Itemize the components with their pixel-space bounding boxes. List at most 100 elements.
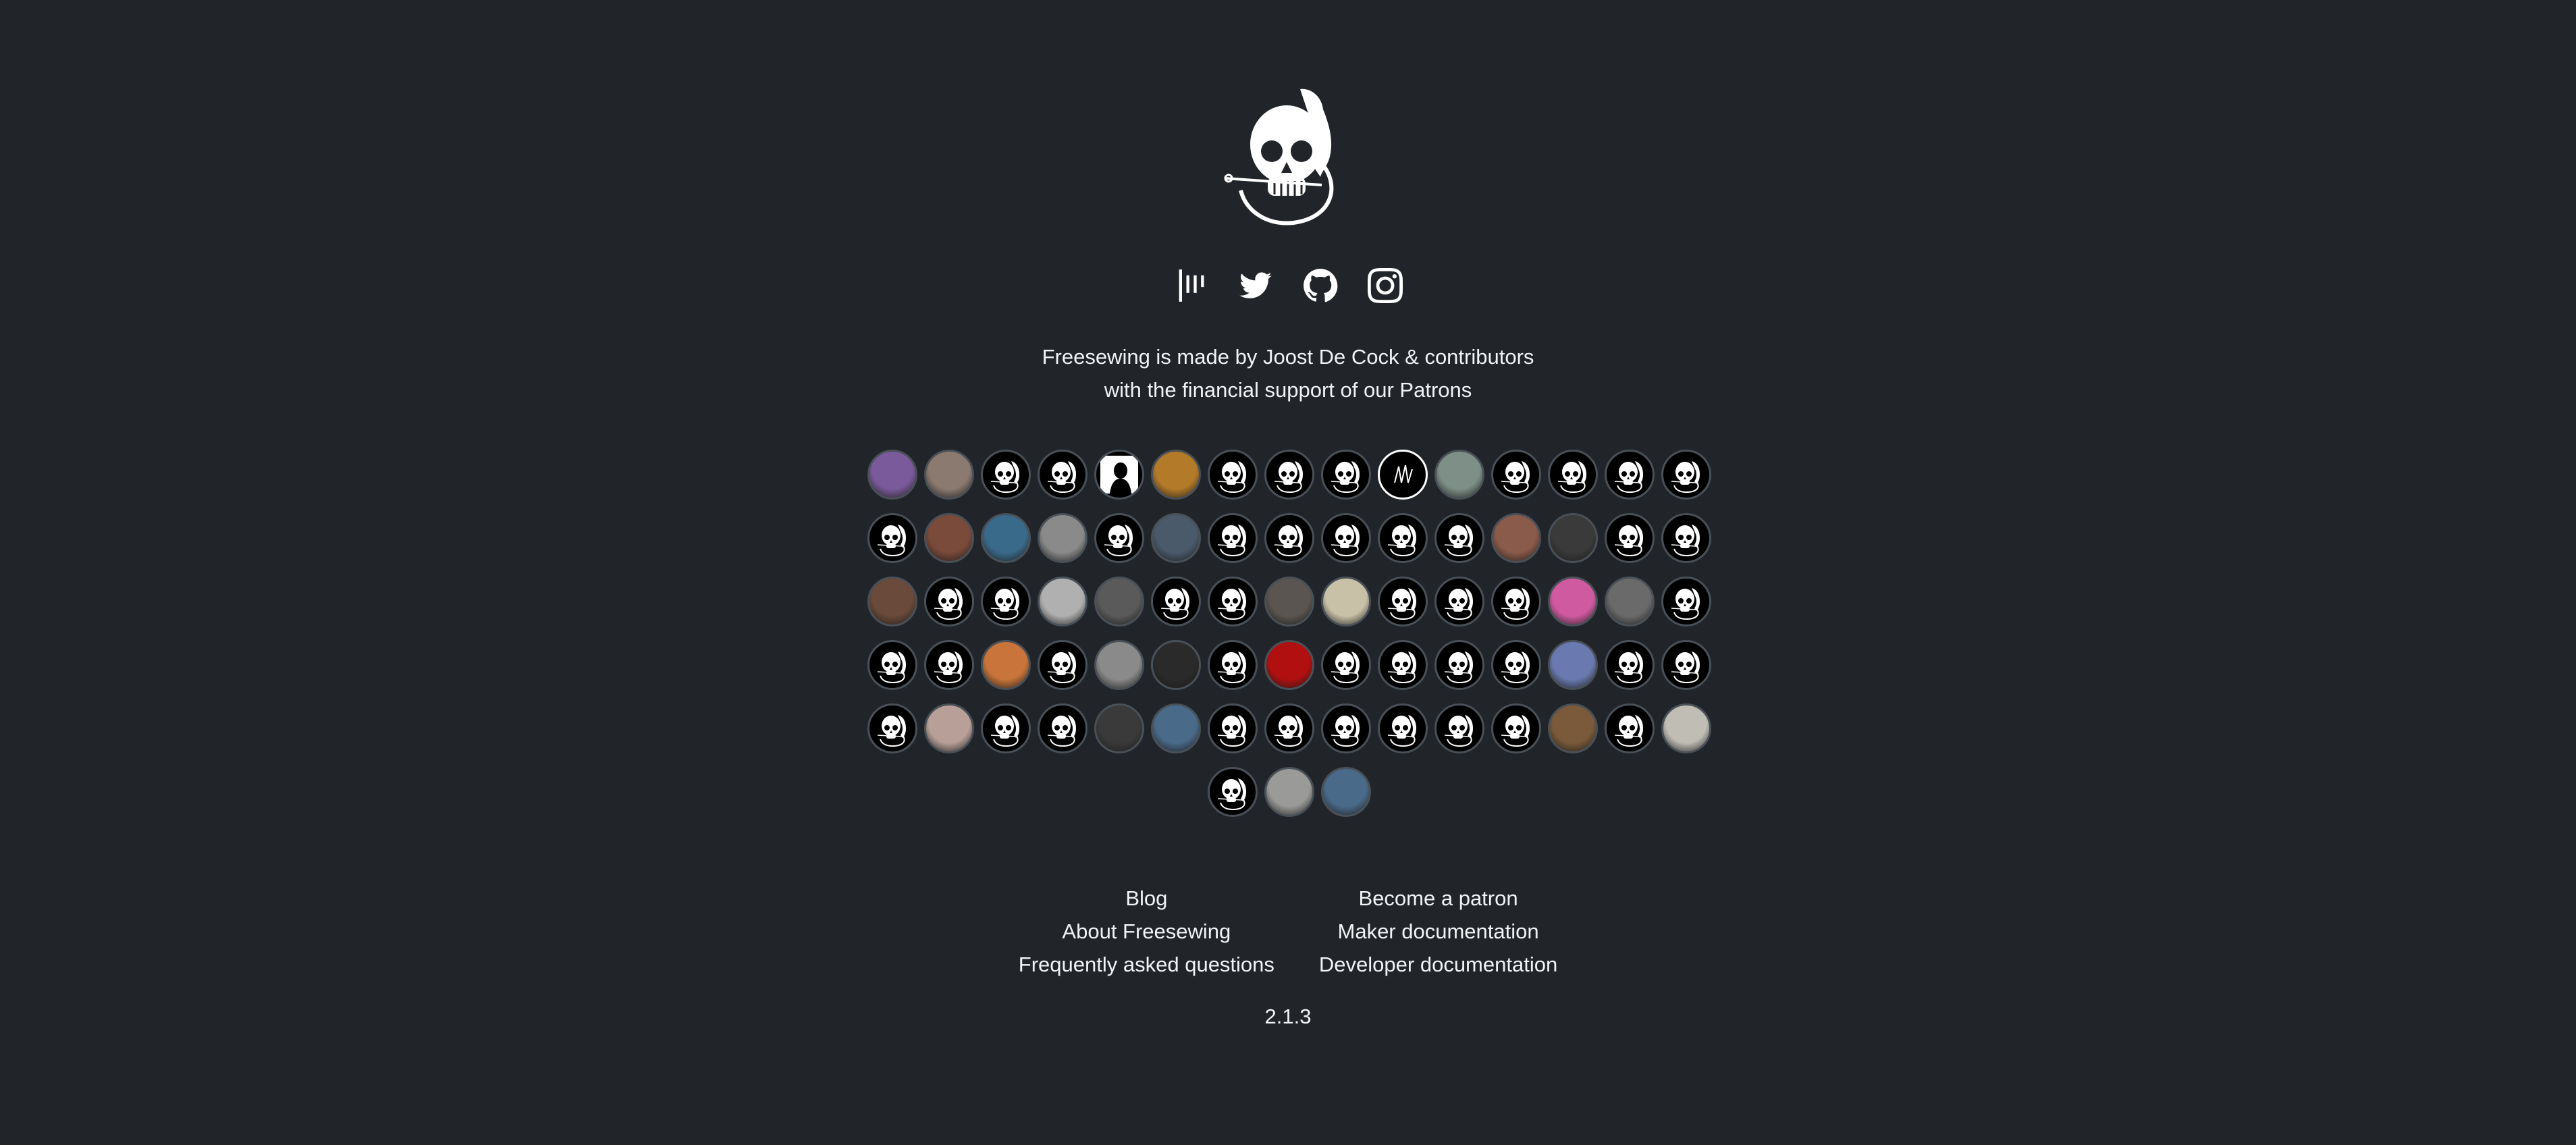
contributors-link[interactable]: contributors [1424, 345, 1534, 369]
patron-avatar[interactable] [1208, 640, 1258, 690]
patron-avatar[interactable] [924, 513, 974, 563]
patron-avatar[interactable] [1548, 577, 1598, 627]
patron-avatar[interactable] [1661, 513, 1711, 563]
patron-avatar[interactable] [924, 703, 974, 753]
patron-avatar[interactable] [867, 450, 917, 500]
patron-avatar[interactable] [1094, 513, 1144, 563]
footer-link-item: Blog [1019, 882, 1274, 915]
patron-avatar[interactable] [1038, 577, 1088, 627]
credits-amp: & [1399, 345, 1425, 369]
patron-avatar[interactable] [1321, 703, 1371, 753]
patron-avatar[interactable] [1434, 703, 1484, 753]
patron-avatar[interactable] [1378, 577, 1428, 627]
patron-avatar[interactable] [1491, 703, 1541, 753]
right-link-1[interactable]: Maker documentation [1338, 920, 1539, 943]
patron-avatar[interactable] [1208, 513, 1258, 563]
patron-avatar[interactable] [1151, 513, 1201, 563]
patron-avatar[interactable] [1208, 450, 1258, 500]
right-link-0[interactable]: Become a patron [1359, 886, 1518, 910]
patron-avatar[interactable] [924, 640, 974, 690]
left-link-1[interactable]: About Freesewing [1062, 920, 1231, 943]
patron-avatar[interactable] [1321, 450, 1371, 500]
patron-avatar[interactable] [1264, 703, 1314, 753]
patron-avatar[interactable] [1605, 513, 1655, 563]
patron-avatar[interactable] [1264, 577, 1314, 627]
gitter-icon[interactable] [1173, 267, 1209, 304]
patron-avatar[interactable] [1208, 577, 1258, 627]
patron-avatar[interactable] [1434, 640, 1484, 690]
instagram-icon[interactable] [1367, 267, 1403, 304]
patron-avatar[interactable] [1548, 640, 1598, 690]
patron-avatar[interactable] [1094, 703, 1144, 753]
patron-avatar[interactable] [981, 703, 1031, 753]
patron-avatar[interactable] [1208, 703, 1258, 753]
patron-avatar[interactable] [1661, 450, 1711, 500]
patron-avatar[interactable] [1094, 450, 1144, 500]
patron-avatar[interactable] [1661, 703, 1711, 753]
patron-avatar[interactable] [981, 577, 1031, 627]
patron-avatar[interactable] [1605, 703, 1655, 753]
freesewing-skull-logo[interactable] [1220, 82, 1356, 225]
patron-avatar[interactable] [1038, 703, 1088, 753]
patron-avatar[interactable] [1038, 513, 1088, 563]
patron-avatar[interactable] [1094, 577, 1144, 627]
patrons-link[interactable]: Patrons [1399, 378, 1472, 402]
patron-avatar[interactable] [1605, 450, 1655, 500]
patron-avatar[interactable] [1491, 640, 1541, 690]
author-link[interactable]: Joost De Cock [1263, 345, 1399, 369]
patron-avatar[interactable] [1264, 640, 1314, 690]
patron-avatar[interactable] [924, 577, 974, 627]
twitter-icon[interactable] [1237, 267, 1274, 304]
patron-avatar[interactable] [1321, 513, 1371, 563]
patron-avatar[interactable] [1605, 640, 1655, 690]
patron-avatar[interactable] [1548, 513, 1598, 563]
patron-avatar[interactable] [1264, 450, 1314, 500]
patron-avatar[interactable] [1434, 513, 1484, 563]
patron-avatar[interactable] [867, 640, 917, 690]
credits: Freesewing is made by Joost De Cock & co… [0, 340, 2576, 406]
patron-avatar[interactable] [1208, 767, 1258, 817]
footer-link-item: Developer documentation [1319, 948, 1557, 981]
patron-avatar[interactable] [1378, 640, 1428, 690]
patron-avatar[interactable] [924, 450, 974, 500]
patron-avatar[interactable] [1434, 577, 1484, 627]
patron-avatar[interactable] [1151, 640, 1201, 690]
patron-avatar[interactable] [1151, 450, 1201, 500]
patron-avatar[interactable] [981, 640, 1031, 690]
patron-avatar[interactable] [867, 577, 917, 627]
patron-avatar[interactable] [1378, 513, 1428, 563]
patron-avatar[interactable] [1491, 450, 1541, 500]
patron-avatar[interactable] [1321, 767, 1371, 817]
patron-avatar[interactable] [1434, 450, 1484, 500]
patron-avatar[interactable] [1038, 640, 1088, 690]
patron-avatar[interactable] [1151, 577, 1201, 627]
patron-avatar[interactable] [867, 513, 917, 563]
version-number: 2.1.3 [1264, 1005, 1312, 1028]
patron-avatar[interactable] [1491, 577, 1541, 627]
patron-avatar[interactable] [1661, 640, 1711, 690]
patron-avatar[interactable] [1491, 513, 1541, 563]
patron-avatar[interactable] [1264, 767, 1314, 817]
patron-avatar[interactable] [867, 703, 917, 753]
social-links [0, 267, 2576, 304]
patron-avatar[interactable] [1038, 450, 1088, 500]
patron-avatar[interactable] [1548, 450, 1598, 500]
patron-avatar[interactable] [1605, 577, 1655, 627]
github-icon[interactable] [1302, 267, 1339, 304]
patron-avatar[interactable] [1378, 703, 1428, 753]
left-link-2[interactable]: Frequently asked questions [1019, 953, 1274, 976]
patron-avatar[interactable] [981, 513, 1031, 563]
patron-avatar[interactable] [1321, 640, 1371, 690]
patron-avatar[interactable] [981, 450, 1031, 500]
right-link-2[interactable]: Developer documentation [1319, 953, 1557, 976]
patron-avatar[interactable] [1321, 577, 1371, 627]
patron-avatar[interactable] [1548, 703, 1598, 753]
left-link-0[interactable]: Blog [1125, 886, 1167, 910]
patron-avatar[interactable] [1151, 703, 1201, 753]
patron-avatar[interactable] [1378, 450, 1428, 500]
patron-avatars [864, 450, 1715, 817]
patron-avatar[interactable] [1094, 640, 1144, 690]
footer-link-item: About Freesewing [1019, 915, 1274, 948]
patron-avatar[interactable] [1264, 513, 1314, 563]
patron-avatar[interactable] [1661, 577, 1711, 627]
